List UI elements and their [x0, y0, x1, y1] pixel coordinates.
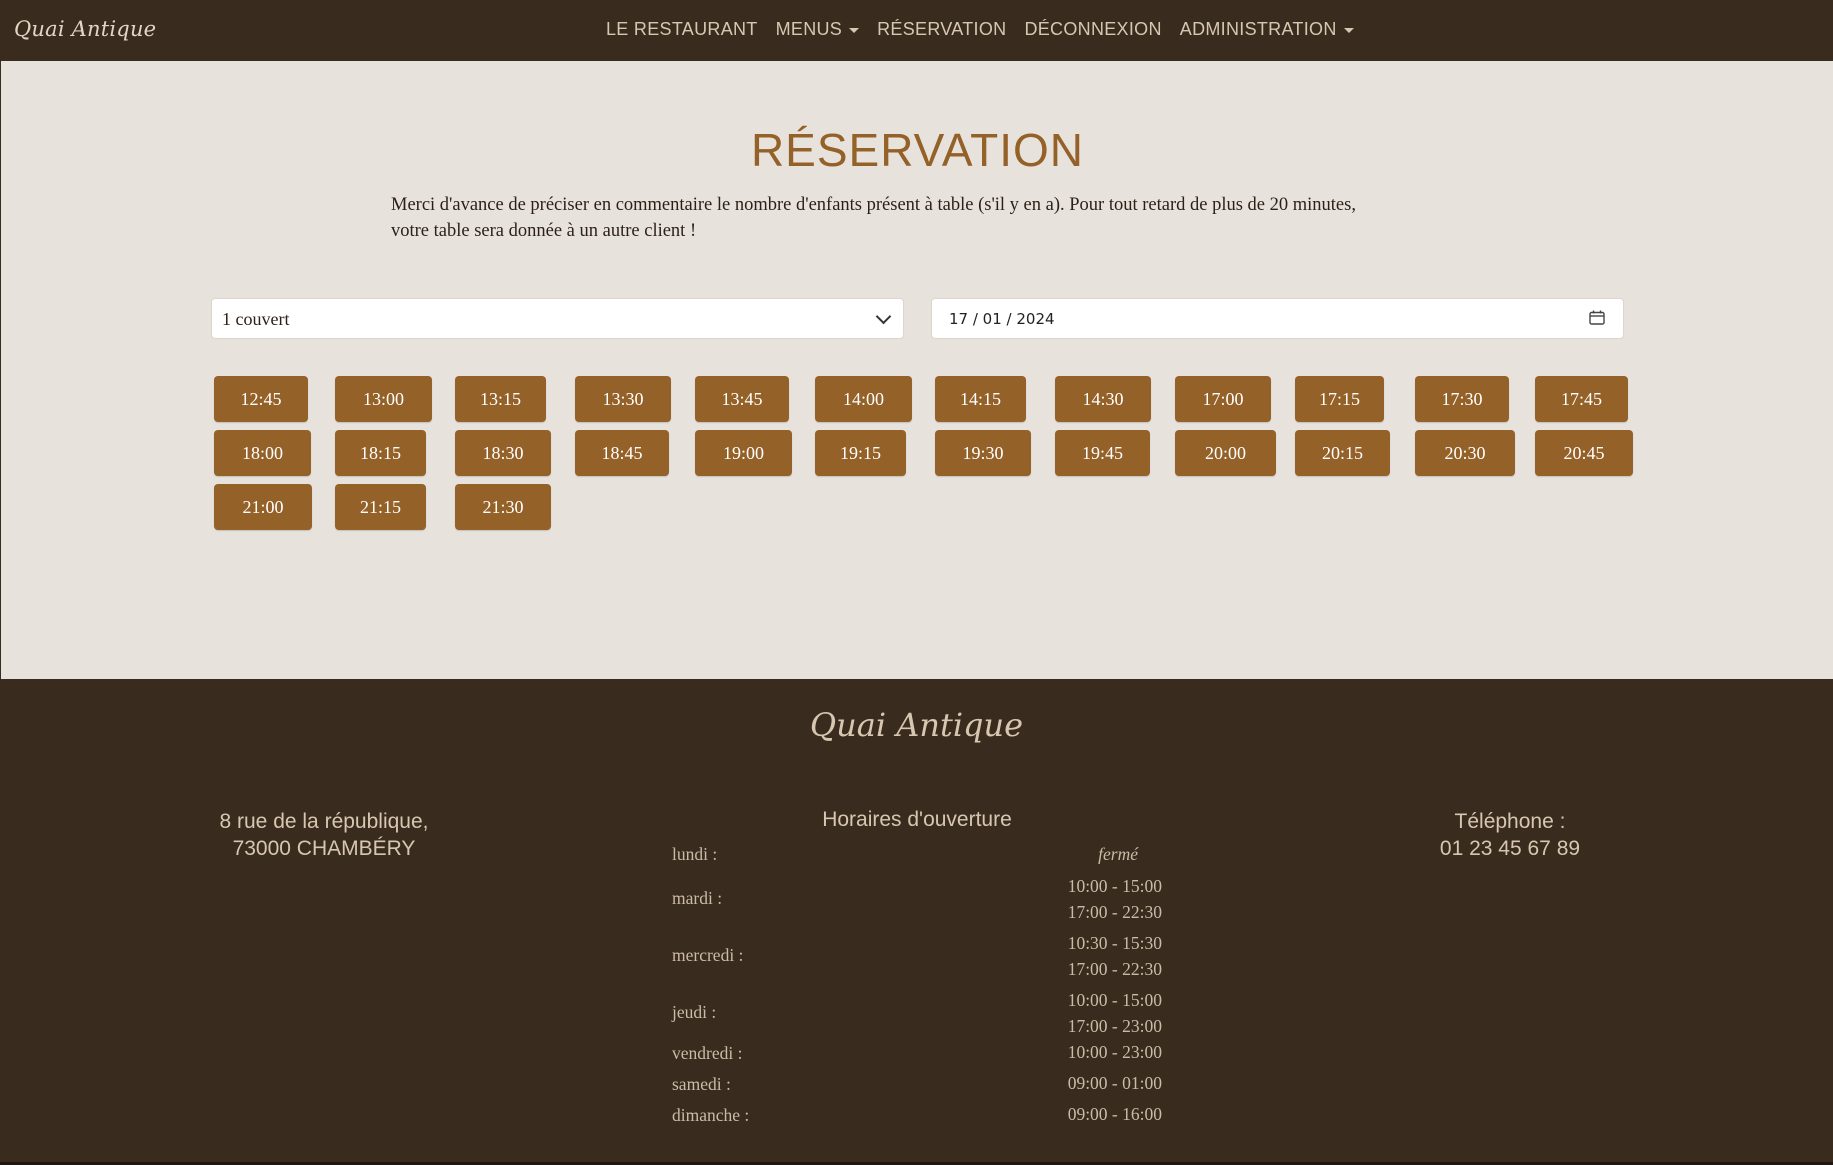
time-slot-button[interactable]: 20:45 — [1535, 430, 1633, 476]
time-slot-button[interactable]: 21:00 — [214, 484, 312, 530]
time-slot-button[interactable]: 17:00 — [1175, 376, 1271, 422]
brand-logo[interactable]: Quai Antique — [14, 17, 156, 41]
time-slot-button[interactable]: 20:15 — [1295, 430, 1390, 476]
time-slot-button[interactable]: 20:30 — [1415, 430, 1515, 476]
caret-down-icon — [1343, 28, 1354, 33]
site-footer: Quai Antique 8 rue de la république, 730… — [0, 679, 1833, 1165]
nav-item-label: LE RESTAURANT — [606, 19, 758, 39]
hours-time: 17:00 - 22:30 — [1067, 959, 1162, 979]
hours-row-mardi: mardi : 10:00 - 15:00 17:00 - 22:30 — [672, 873, 1162, 925]
phone-number[interactable]: 01 23 45 67 89 — [1362, 835, 1658, 862]
time-slot-button[interactable]: 14:15 — [935, 376, 1026, 422]
nav-menu: LE RESTAURANT MENUS RÉSERVATION DÉCONNEX… — [606, 19, 1354, 40]
time-slot-button[interactable]: 18:30 — [455, 430, 551, 476]
time-slot-button[interactable]: 21:15 — [335, 484, 426, 530]
time-slot-button[interactable]: 19:15 — [815, 430, 906, 476]
nav-item-label: MENUS — [775, 19, 843, 39]
guests-select[interactable]: 1 couvert — [211, 298, 904, 339]
hours-day: mardi : — [672, 888, 723, 908]
address-line: 73000 CHAMBÉRY — [232, 837, 416, 860]
hours-closed: fermé — [1098, 844, 1138, 864]
time-slot-button[interactable]: 13:00 — [335, 376, 432, 422]
hours-time: 10:00 - 15:00 — [1067, 876, 1162, 896]
address-line: 8 rue de la république, — [219, 810, 429, 833]
hours-day: jeudi : — [672, 1002, 717, 1022]
nav-item-menus[interactable]: MENUS — [776, 19, 860, 40]
footer-brand-logo: Quai Antique — [809, 706, 1024, 744]
time-slot-button[interactable]: 18:00 — [214, 430, 311, 476]
hours-time: 17:00 - 23:00 — [1067, 1016, 1162, 1036]
time-slot-button[interactable]: 20:00 — [1175, 430, 1276, 476]
hours-day: lundi : — [672, 844, 718, 864]
nav-item-le-restaurant[interactable]: LE RESTAURANT — [606, 19, 758, 40]
time-slot-button[interactable]: 17:45 — [1535, 376, 1628, 422]
caret-down-icon — [849, 28, 860, 33]
hours-time: 17:00 - 22:30 — [1067, 902, 1162, 922]
time-slot-button[interactable]: 13:30 — [575, 376, 671, 422]
time-slot-button[interactable]: 21:30 — [455, 484, 551, 530]
date-input-value: 17 / 01 / 2024 — [949, 310, 1055, 328]
reservation-intro-text: Merci d'avance de préciser en commentair… — [391, 195, 1356, 241]
time-slot-button[interactable]: 19:30 — [935, 430, 1031, 476]
hours-row-lundi: lundi : fermé — [672, 844, 1162, 870]
hours-time: 09:00 - 01:00 — [1067, 1073, 1162, 1093]
time-slot-button[interactable]: 18:15 — [335, 430, 426, 476]
time-slot-button[interactable]: 17:30 — [1415, 376, 1509, 422]
chevron-down-icon — [875, 308, 892, 325]
hours-row-dimanche: dimanche : 09:00 - 16:00 — [672, 1104, 1162, 1131]
hours-row-samedi: samedi : 09:00 - 01:00 — [672, 1073, 1162, 1100]
hours-time: 10:00 - 23:00 — [1067, 1042, 1162, 1062]
hours-time: 09:00 - 16:00 — [1067, 1104, 1162, 1124]
guests-select-value: 1 couvert — [222, 309, 290, 329]
hours-time: 10:00 - 15:00 — [1067, 990, 1162, 1010]
hours-row-jeudi: jeudi : 10:00 - 15:00 17:00 - 23:00 — [672, 987, 1162, 1039]
footer-phone: Téléphone : 01 23 45 67 89 — [1362, 808, 1658, 862]
hours-day: dimanche : — [672, 1105, 750, 1125]
nav-item-administration[interactable]: ADMINISTRATION — [1180, 19, 1354, 40]
hours-day: vendredi : — [672, 1043, 743, 1063]
hours-time: 10:30 - 15:30 — [1067, 933, 1162, 953]
time-slot-button[interactable]: 13:15 — [455, 376, 546, 422]
hours-day: samedi : — [672, 1074, 731, 1094]
hours-row-vendredi: vendredi : 10:00 - 23:00 — [672, 1042, 1162, 1069]
footer-address: 8 rue de la république, 73000 CHAMBÉRY — [160, 808, 488, 862]
calendar-icon[interactable] — [1589, 310, 1605, 325]
time-slot-button[interactable]: 13:45 — [695, 376, 789, 422]
time-slot-button[interactable]: 12:45 — [214, 376, 308, 422]
time-slot-button[interactable]: 14:30 — [1055, 376, 1151, 422]
reservation-section: RÉSERVATION Merci d'avance de préciser e… — [0, 61, 1833, 679]
hours-day: mercredi : — [672, 945, 744, 965]
nav-item-deconnexion[interactable]: DÉCONNEXION — [1024, 19, 1161, 40]
nav-item-reservation[interactable]: RÉSERVATION — [877, 19, 1006, 40]
opening-hours-title: Horaires d'ouverture — [822, 808, 1012, 831]
phone-label: Téléphone : — [1454, 810, 1566, 833]
time-slot-button[interactable]: 19:00 — [695, 430, 792, 476]
hours-row-mercredi: mercredi : 10:30 - 15:30 17:00 - 22:30 — [672, 930, 1162, 982]
top-navbar: Quai Antique LE RESTAURANT MENUS RÉSERVA… — [0, 0, 1833, 61]
time-slot-button[interactable]: 18:45 — [575, 430, 669, 476]
page-title: RÉSERVATION — [750, 124, 1085, 176]
date-input[interactable]: 17 / 01 / 2024 — [931, 298, 1624, 339]
nav-item-label: DÉCONNEXION — [1024, 19, 1162, 39]
nav-item-label: ADMINISTRATION — [1179, 19, 1337, 39]
time-slot-button[interactable]: 17:15 — [1295, 376, 1384, 422]
nav-item-label: RÉSERVATION — [877, 19, 1007, 39]
time-slot-button[interactable]: 14:00 — [815, 376, 912, 422]
time-slot-button[interactable]: 19:45 — [1055, 430, 1150, 476]
